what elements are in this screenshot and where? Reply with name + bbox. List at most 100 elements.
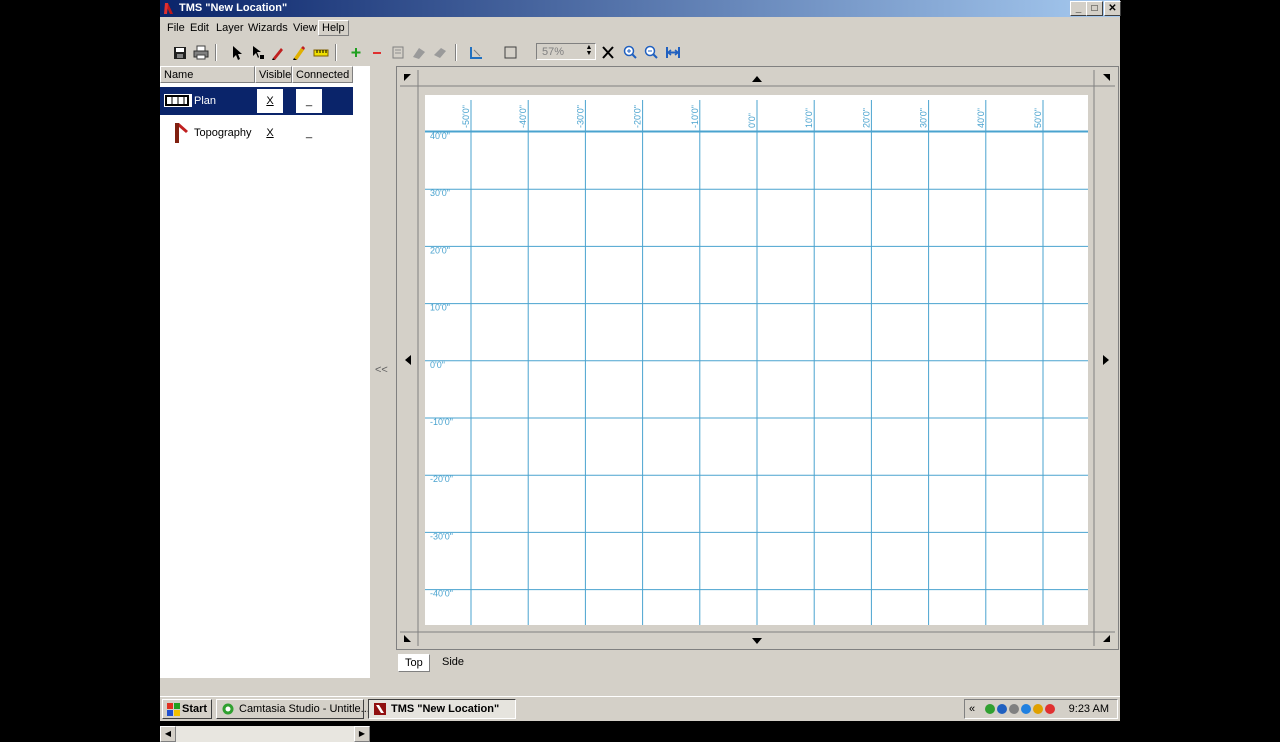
column-header-name[interactable]: Name <box>160 66 255 83</box>
maximize-button[interactable]: □ <box>1086 1 1103 16</box>
zoom-spinner[interactable]: ▲ ▼ <box>584 44 594 58</box>
system-tray: « 9:23 AM <box>964 699 1118 719</box>
remove-layer-button[interactable] <box>367 43 387 62</box>
y-tick-label: 30'0" <box>430 188 450 198</box>
plan-layer-icon <box>164 94 192 107</box>
tray-antivirus-icon[interactable] <box>997 704 1007 714</box>
zoom-reset-icon <box>602 46 614 59</box>
menu-wizards[interactable]: Wizards <box>248 22 288 34</box>
menu-edit[interactable]: Edit <box>190 22 209 34</box>
pencil-tool-button[interactable] <box>289 43 309 62</box>
zoom-fit-icon <box>666 47 680 58</box>
pan-down-arrow-icon[interactable] <box>752 638 762 644</box>
zoom-out-button[interactable] <box>641 43 661 62</box>
draw-tool-button[interactable] <box>268 43 288 62</box>
pan-up-right-arrow-icon[interactable] <box>1103 74 1110 81</box>
tms-app-icon <box>164 3 173 14</box>
tray-expand-icon[interactable]: « <box>969 703 975 715</box>
menu-layer[interactable]: Layer <box>216 22 244 34</box>
pan-up-left-arrow-icon[interactable] <box>404 74 411 81</box>
x-tick-label: -50'0" <box>461 105 471 128</box>
y-tick-label: -40'0" <box>430 589 453 599</box>
layer-properties-button[interactable] <box>388 43 408 62</box>
zoom-fit-button[interactable] <box>663 43 683 62</box>
zoom-in-icon <box>623 45 637 59</box>
tray-network-icon[interactable] <box>985 704 995 714</box>
move-layer-up-button[interactable] <box>409 43 429 62</box>
tab-side[interactable]: Side <box>436 654 470 672</box>
tray-camtasia-recorder-icon[interactable] <box>1045 704 1055 714</box>
pan-up-arrow-icon[interactable] <box>752 76 762 82</box>
plus-icon <box>351 48 361 57</box>
x-tick-label: 20'0" <box>861 108 871 128</box>
tray-messenger-icon[interactable] <box>1033 704 1043 714</box>
snap-toggle-button[interactable] <box>466 43 486 62</box>
snap-icon <box>470 47 482 59</box>
x-tick-label: -40'0" <box>518 105 528 128</box>
tray-shield-icon[interactable] <box>1021 704 1031 714</box>
tab-top[interactable]: Top <box>398 654 430 672</box>
menu-file[interactable]: File <box>167 22 185 34</box>
frame-toggle-button[interactable] <box>500 43 520 62</box>
menu-help[interactable]: Help <box>318 20 349 36</box>
pan-right-arrow-icon[interactable] <box>1103 355 1109 365</box>
layer-row-plan[interactable]: Plan X _ <box>160 87 353 115</box>
taskbar-clock: 9:23 AM <box>1068 703 1109 715</box>
zoom-in-button[interactable] <box>620 43 640 62</box>
zoom-out-icon <box>644 45 658 59</box>
toolbar <box>160 40 1120 65</box>
toolbar-separator <box>335 44 337 61</box>
minimize-icon: _ <box>1075 3 1082 14</box>
y-tick-label: -30'0" <box>430 531 453 541</box>
panel-splitter[interactable]: << <box>370 66 392 678</box>
layer-properties-icon <box>392 46 404 59</box>
layer-connected-toggle[interactable]: _ <box>296 121 322 145</box>
pan-down-right-arrow-icon[interactable] <box>1103 635 1110 642</box>
tray-volume-icon[interactable] <box>1009 704 1019 714</box>
zoom-level-field[interactable]: 57% ▲ ▼ <box>536 43 596 60</box>
menu-view[interactable]: View <box>293 22 317 34</box>
square-frame-icon <box>504 46 517 59</box>
scroll-left-arrow-icon[interactable]: ◀ <box>160 726 176 742</box>
layer-connected-toggle[interactable]: _ <box>296 89 322 113</box>
measure-tool-button[interactable] <box>311 43 331 62</box>
plan-canvas[interactable]: -50'0" -40'0" -30'0" -20'0" -10'0" 0'0" 10'0" 2… <box>425 95 1088 625</box>
plan-grid: -50'0" -40'0" -30'0" -20'0" -10'0" 0'0" 10'0" 2… <box>425 100 1088 625</box>
window-title: TMS "New Location" <box>179 2 288 14</box>
pencil-icon <box>293 46 305 60</box>
printer-icon <box>193 45 209 60</box>
toolbar-separator <box>455 44 457 61</box>
y-tick-label: 10'0" <box>430 303 450 313</box>
select-tool-button[interactable] <box>226 43 246 62</box>
pan-down-left-arrow-icon[interactable] <box>404 635 411 642</box>
x-tick-label: -30'0" <box>575 105 585 128</box>
move-layer-down-button[interactable] <box>430 43 450 62</box>
zoom-reset-button[interactable] <box>598 43 618 62</box>
node-select-tool-button[interactable] <box>247 43 267 62</box>
layer-visible-toggle[interactable]: X <box>257 121 283 145</box>
column-header-visible[interactable]: Visible <box>255 66 292 83</box>
start-button[interactable]: Start <box>162 699 212 719</box>
taskbar-item-tms[interactable]: TMS "New Location" <box>368 699 516 719</box>
layers-horizontal-scrollbar[interactable]: ◀ ▶ <box>160 726 370 742</box>
scroll-right-arrow-icon[interactable]: ▶ <box>354 726 370 742</box>
taskbar-item-camtasia[interactable]: Camtasia Studio - Untitle... <box>216 699 370 719</box>
title-bar[interactable]: TMS "New Location" _ □ ✕ <box>160 0 1121 17</box>
layer-visible-toggle[interactable]: X <box>257 89 283 113</box>
layer-row-topography[interactable]: Topography X _ <box>160 119 353 147</box>
collapse-panel-icon[interactable]: << <box>375 364 388 376</box>
x-tick-label: 10'0" <box>804 108 814 128</box>
close-button[interactable]: ✕ <box>1104 1 1121 16</box>
toolbar-separator <box>215 44 217 61</box>
x-tick-label: 50'0" <box>1033 108 1043 128</box>
add-layer-button[interactable] <box>346 43 366 62</box>
y-tick-label: 0'0" <box>430 360 445 370</box>
pen-icon <box>272 48 283 60</box>
pan-left-arrow-icon[interactable] <box>405 355 411 365</box>
column-header-connected[interactable]: Connected <box>292 66 353 83</box>
layer-name: Topography <box>194 127 252 139</box>
minimize-button[interactable]: _ <box>1070 1 1087 16</box>
print-button[interactable] <box>191 43 211 62</box>
layer-name: Plan <box>194 95 217 107</box>
save-button[interactable] <box>170 43 190 62</box>
